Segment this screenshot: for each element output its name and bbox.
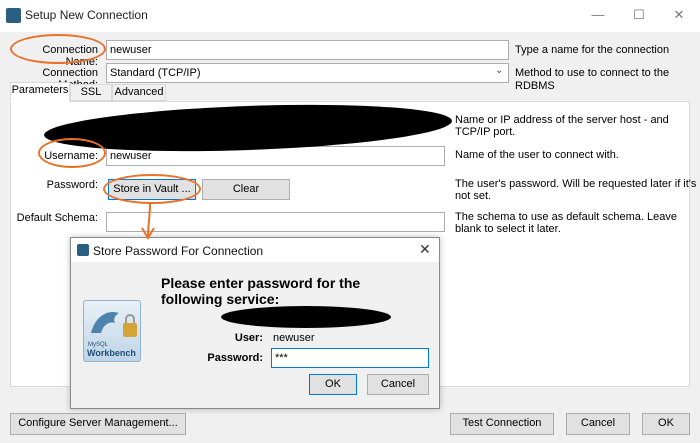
mysql-workbench-icon: [77, 244, 89, 256]
tab-advanced[interactable]: Advanced: [112, 84, 166, 101]
password-hint-line2: not set.: [455, 190, 492, 202]
dialog-close-icon[interactable]: ✕: [419, 241, 431, 258]
hostname-hint-line2: TCP/IP port.: [455, 126, 516, 138]
logo-text: Workbench: [87, 348, 136, 358]
default-schema-label: Default Schema:: [16, 212, 98, 224]
password-label: Password:: [46, 179, 98, 191]
minimize-icon[interactable]: —: [591, 8, 605, 22]
maximize-icon[interactable]: ☐: [632, 8, 646, 22]
default-schema-input[interactable]: [106, 212, 445, 232]
redaction-mark: [221, 306, 391, 328]
mysql-workbench-icon: [6, 8, 21, 23]
dialog-ok-button[interactable]: OK: [309, 374, 357, 395]
connection-name-input[interactable]: newuser: [106, 40, 509, 60]
connection-name-label: Connection Name:: [42, 44, 98, 68]
mysql-workbench-logo: MySQL Workbench: [83, 300, 141, 362]
default-schema-hint-line2: blank to select it later.: [455, 223, 561, 235]
username-label: Username:: [44, 150, 98, 162]
store-in-vault-button[interactable]: Store in Vault ...: [108, 179, 196, 200]
close-icon[interactable]: ✕: [672, 8, 686, 22]
ok-button[interactable]: OK: [642, 413, 690, 435]
dialog-user-value: newuser: [273, 332, 315, 344]
dialog-user-label: User:: [234, 332, 263, 344]
chevron-down-icon[interactable]: ⌄: [495, 65, 503, 76]
tab-ssl[interactable]: SSL: [70, 84, 112, 101]
window-title: Setup New Connection: [25, 8, 148, 22]
username-hint: Name of the user to connect with.: [455, 149, 619, 161]
connection-method-value: Standard (TCP/IP): [110, 67, 201, 79]
dolphin-lock-icon: [91, 311, 137, 337]
connection-name-hint: Type a name for the connection: [515, 44, 670, 56]
cancel-button[interactable]: Cancel: [566, 413, 630, 435]
connection-method-select[interactable]: Standard (TCP/IP): [106, 63, 509, 83]
connection-method-hint: Method to use to connect to the RDBMS: [515, 67, 670, 92]
dialog-password-label: Password:: [207, 352, 263, 364]
clear-button[interactable]: Clear: [202, 179, 290, 200]
configure-server-management-button[interactable]: Configure Server Management...: [10, 413, 186, 435]
tab-parameters[interactable]: Parameters: [10, 82, 70, 102]
dialog-message-line2: following service:: [161, 291, 280, 307]
test-connection-button[interactable]: Test Connection: [450, 413, 554, 435]
dialog-title: Store Password For Connection: [93, 244, 264, 258]
password-hint-line1: The user's password. Will be requested l…: [455, 178, 697, 190]
store-password-dialog: Store Password For Connection ✕ MySQL Wo…: [70, 237, 440, 409]
dialog-message-line1: Please enter password for the: [161, 275, 361, 291]
dialog-cancel-button[interactable]: Cancel: [367, 374, 429, 395]
dialog-password-input[interactable]: ***: [271, 348, 429, 368]
